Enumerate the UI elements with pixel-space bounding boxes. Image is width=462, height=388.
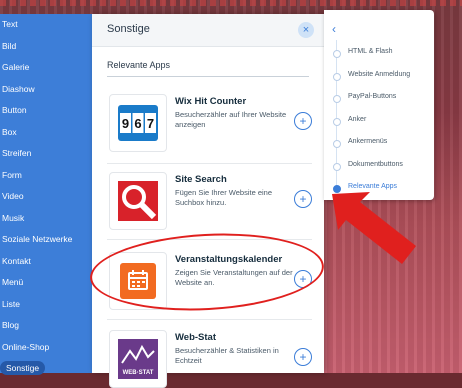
- sidebar-item-label: Galerie: [2, 62, 30, 72]
- annotation-arrow-icon: [332, 192, 416, 264]
- nav-item-label: HTML & Flash: [348, 48, 393, 55]
- app-thumbnail: WEB·STAT: [109, 330, 167, 388]
- app-thumbnail: 9 6 7: [109, 94, 167, 152]
- sidebar-item[interactable]: Liste: [0, 294, 92, 316]
- sidebar-item[interactable]: Box: [0, 122, 92, 144]
- counter-digit: 9: [122, 116, 129, 131]
- sidebar-item[interactable]: Bild: [0, 36, 92, 58]
- add-elements-sidebar: Text Bild Galerie Diashow Button Box Streifen F…: [0, 14, 92, 375]
- nav-item-label: Anker: [348, 115, 367, 123]
- sidebar-item[interactable]: Online-Shop: [0, 337, 92, 359]
- sidebar-item-label: Button: [2, 105, 27, 115]
- app-name: Wix Hit Counter: [175, 96, 247, 107]
- sidebar-item[interactable]: Galerie: [0, 57, 92, 79]
- counter-digit: 7: [147, 116, 154, 131]
- app-thumbnail: [109, 172, 167, 230]
- sidebar-item-label: Soziale Netzwerke: [2, 234, 73, 244]
- sonstige-panel: Sonstige × Relevante Apps 9 6 7 Wix Hit …: [92, 14, 324, 388]
- nav-item[interactable]: Website Anmeldung: [324, 69, 434, 83]
- nav-dot-icon: [333, 117, 341, 126]
- nav-item-label: Website Anmeldung: [348, 70, 411, 78]
- sidebar-item[interactable]: Kontakt: [0, 251, 92, 273]
- sidebar-item-label: Liste: [2, 298, 20, 309]
- nav-item-label: Dokumentbuttons: [348, 160, 403, 168]
- nav-item[interactable]: Anker: [324, 114, 434, 128]
- app-item-web-stat[interactable]: WEB·STAT Web-Stat Besucherzähler & Stati…: [107, 328, 312, 388]
- sidebar-item[interactable]: Streifen: [0, 143, 92, 165]
- sidebar-item[interactable]: Soziale Netzwerke: [0, 229, 92, 251]
- web-stat-icon: WEB·STAT: [118, 339, 158, 379]
- app-name: Site Search: [175, 174, 227, 185]
- sidebar-item[interactable]: Form: [0, 165, 92, 187]
- app-description: Besucherzähler auf Ihrer Website anzeige…: [175, 110, 287, 129]
- nav-item[interactable]: HTML & Flash: [324, 46, 434, 60]
- sidebar-item[interactable]: Musik: [0, 208, 92, 230]
- panel-header: Sonstige ×: [92, 14, 324, 47]
- sidebar-item-label: Kontakt: [2, 255, 31, 266]
- sidebar-item-label: Blog: [2, 320, 20, 330]
- add-app-button[interactable]: +: [294, 348, 312, 366]
- sidebar-item[interactable]: Video: [0, 186, 92, 208]
- sidebar-item-label: Form: [2, 169, 22, 180]
- panel-title: Sonstige: [107, 23, 150, 35]
- sidebar-item[interactable]: Blog: [0, 315, 92, 337]
- hit-counter-icon: 9 6 7: [118, 105, 158, 141]
- nav-dot-icon: [333, 50, 341, 58]
- app-name: Web-Stat: [175, 332, 216, 343]
- sidebar-item-label: Box: [2, 126, 17, 137]
- add-app-button[interactable]: +: [294, 190, 312, 208]
- sidebar-item[interactable]: Menü: [0, 272, 92, 294]
- section-title: Relevante Apps: [107, 60, 309, 77]
- nav-dot-icon: [333, 140, 341, 148]
- counter-digit: 6: [134, 116, 141, 131]
- app-item-site-search[interactable]: Site Search Fügen Sie Ihrer Website eine…: [107, 170, 312, 230]
- nav-item[interactable]: Ankermenüs: [324, 136, 434, 150]
- sidebar-item[interactable]: Sonstige: [0, 358, 92, 380]
- nav-item-label: Ankermenüs: [348, 138, 388, 145]
- nav-item[interactable]: PayPal-Buttons: [324, 91, 434, 105]
- sidebar-item-label: Online-Shop: [2, 341, 50, 352]
- sidebar-item[interactable]: Diashow: [0, 79, 92, 101]
- sidebar-item-label: Diashow: [2, 83, 35, 94]
- sidebar-item-label: Text: [2, 19, 18, 29]
- sidebar-item-label: Bild: [2, 40, 17, 51]
- nav-item[interactable]: Dokumentbuttons: [324, 159, 434, 173]
- sidebar-item-label: Musik: [2, 212, 25, 223]
- add-app-button[interactable]: +: [294, 112, 312, 130]
- nav-dot-icon: [333, 72, 341, 81]
- close-icon[interactable]: ×: [298, 22, 314, 38]
- site-search-icon: [118, 181, 158, 221]
- app-description: Fügen Sie Ihrer Website eine Suchbox hin…: [175, 188, 272, 207]
- divider: [107, 319, 312, 320]
- section-nav-panel: ‹ HTML & Flash Website Anmeldung PayPal-Bu…: [324, 10, 434, 200]
- divider: [107, 163, 312, 164]
- nav-dot-icon: [333, 162, 341, 171]
- sidebar-list: Text Bild Galerie Diashow Button Box Streifen F…: [0, 14, 92, 380]
- sidebar-item[interactable]: Text: [0, 14, 92, 36]
- sidebar-item-label: Menü: [2, 277, 24, 287]
- app-description: Besucherzähler & Statistiken in Echtzeit: [175, 346, 279, 365]
- nav-dot-icon: [333, 95, 341, 103]
- sidebar-item-label: Video: [2, 191, 24, 201]
- web-stat-logo-text: WEB·STAT: [123, 370, 154, 376]
- chevron-left-icon[interactable]: ‹: [332, 22, 336, 36]
- nav-item-label: PayPal-Buttons: [348, 93, 397, 100]
- app-item-hit-counter[interactable]: 9 6 7 Wix Hit Counter Besucherzähler auf…: [107, 92, 312, 152]
- sidebar-item[interactable]: Button: [0, 100, 92, 122]
- sidebar-item-label: Streifen: [2, 148, 32, 158]
- canvas-top-guide: [0, 0, 462, 6]
